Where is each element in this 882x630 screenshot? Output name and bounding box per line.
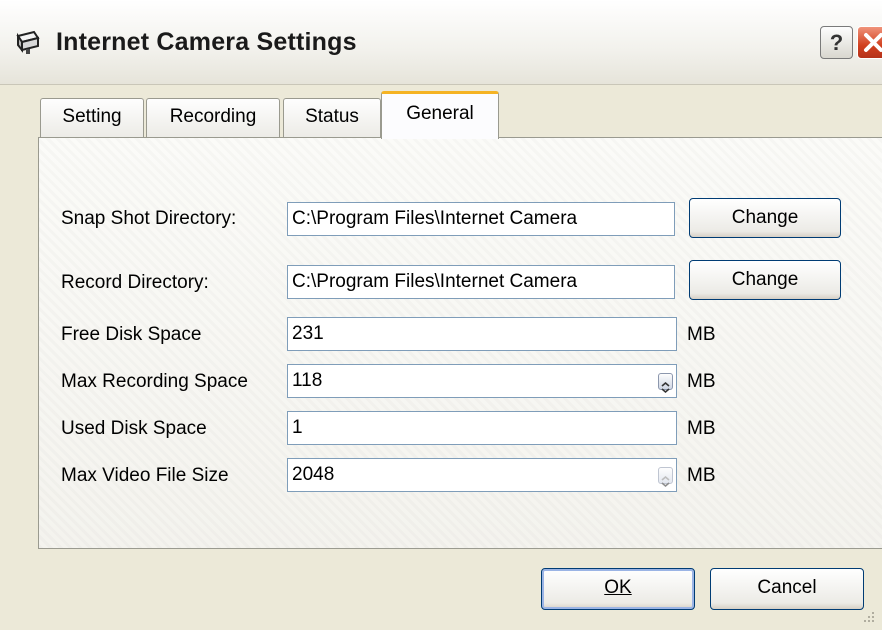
close-button[interactable] (857, 26, 882, 59)
max-video-file-size-spinner[interactable] (658, 467, 673, 488)
title-bar: Internet Camera Settings ? (0, 0, 882, 85)
snapshot-directory-label: Snap Shot Directory: (61, 208, 237, 229)
max-recording-space-field[interactable]: 118 (287, 364, 677, 398)
max-video-file-size-label: Max Video File Size (61, 465, 229, 486)
max-recording-space-label: Max Recording Space (61, 371, 248, 392)
window-title: Internet Camera Settings (56, 28, 357, 56)
cancel-button[interactable]: Cancel (710, 568, 864, 610)
free-disk-space-unit: MB (687, 324, 716, 345)
tab-recording[interactable]: Recording (146, 98, 280, 138)
free-disk-space-label: Free Disk Space (61, 324, 202, 345)
max-video-file-size-field[interactable]: 2048 (287, 458, 677, 492)
close-icon (864, 33, 882, 52)
free-disk-space-field[interactable]: 231 (287, 317, 677, 351)
tab-setting[interactable]: Setting (40, 98, 144, 138)
cancel-button-label: Cancel (757, 577, 817, 598)
spinner-arrows-icon (661, 381, 670, 394)
tab-general[interactable]: General (381, 91, 499, 139)
snapshot-change-button[interactable]: Change (689, 198, 841, 238)
spinner-arrows-icon (661, 475, 670, 488)
ok-button-label: OK (604, 577, 632, 598)
record-change-button[interactable]: Change (689, 260, 841, 300)
used-disk-space-label: Used Disk Space (61, 418, 207, 439)
record-directory-field[interactable]: C:\Program Files\Internet Camera (287, 265, 675, 299)
general-tab-panel: Snap Shot Directory: C:\Program Files\In… (38, 137, 882, 549)
ok-button[interactable]: OK (541, 568, 695, 610)
used-disk-space-unit: MB (687, 418, 716, 439)
help-button[interactable]: ? (820, 26, 853, 59)
max-recording-space-unit: MB (687, 371, 716, 392)
max-video-file-size-value: 2048 (292, 464, 335, 485)
used-disk-space-field[interactable]: 1 (287, 411, 677, 445)
snapshot-directory-field[interactable]: C:\Program Files\Internet Camera (287, 202, 675, 236)
max-recording-space-spinner[interactable] (658, 373, 673, 394)
camera-icon (16, 30, 40, 54)
resize-grip-icon[interactable] (862, 610, 876, 624)
max-recording-space-value: 118 (292, 370, 323, 391)
max-video-file-size-unit: MB (687, 465, 716, 486)
tab-status[interactable]: Status (283, 98, 381, 138)
record-directory-label: Record Directory: (61, 272, 209, 293)
